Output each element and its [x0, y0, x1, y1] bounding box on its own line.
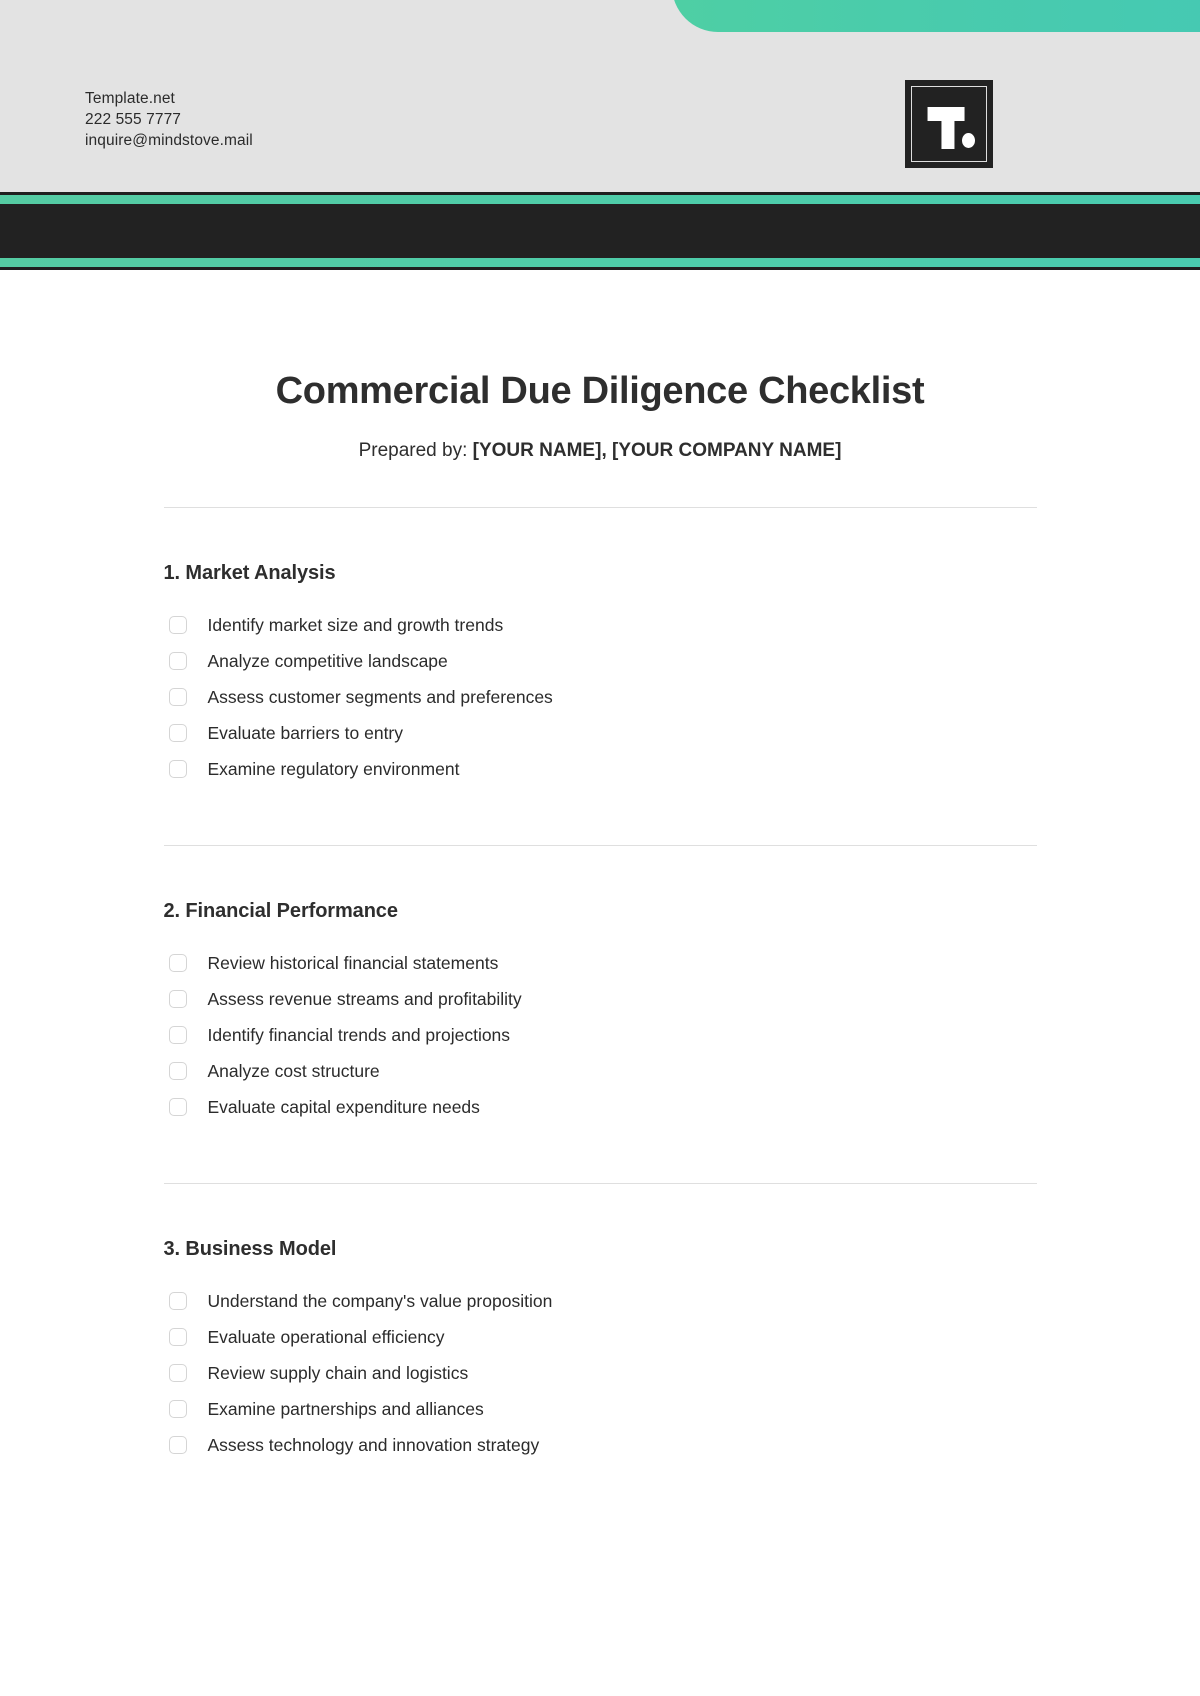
contact-phone: 222 555 7777 [85, 111, 182, 128]
checkbox-icon[interactable] [168, 1098, 187, 1116]
checklist-item-label: Review supply chain and logistics [207, 1362, 469, 1383]
header-accent-swoosh [672, 0, 1200, 32]
checklist-item-label: Understand the company's value propositi… [207, 1290, 553, 1311]
checklist-items: Review historical financial statements A… [164, 929, 1037, 1183]
contact-website: Template.net [85, 90, 175, 107]
checklist-item-label: Analyze cost structure [207, 1060, 380, 1081]
section-market-analysis: 1. Market Analysis Identify market size … [164, 508, 1037, 845]
checklist-items: Understand the company's value propositi… [164, 1267, 1037, 1521]
checklist-item-label: Analyze competitive landscape [207, 650, 448, 671]
checklist-item-label: Examine partnerships and alliances [207, 1398, 484, 1419]
checklist-row[interactable]: Analyze cost structure [164, 1053, 1037, 1089]
checklist-item-label: Evaluate barriers to entry [207, 722, 404, 743]
logo-frame [911, 86, 987, 162]
checklist-row[interactable]: Evaluate barriers to entry [164, 715, 1037, 751]
checkbox-icon[interactable] [168, 760, 187, 778]
prepared-by-separator: , [601, 440, 607, 461]
checkbox-icon[interactable] [168, 1328, 187, 1346]
section-business-model: 3. Business Model Understand the company… [164, 1184, 1037, 1521]
document-body: Commercial Due Diligence Checklist Prepa… [0, 270, 1200, 1521]
checkbox-icon[interactable] [168, 1364, 187, 1382]
checklist-item-label: Assess revenue streams and profitability [207, 988, 522, 1009]
title-block: Commercial Due Diligence Checklist Prepa… [0, 270, 1200, 462]
checklist-row[interactable]: Review supply chain and logistics [164, 1355, 1037, 1391]
section-heading: 1. Market Analysis [163, 562, 336, 584]
logo-dot-icon [962, 133, 975, 148]
checkbox-icon[interactable] [168, 1026, 187, 1044]
checkbox-icon[interactable] [168, 1400, 187, 1418]
checkbox-icon[interactable] [168, 1436, 187, 1454]
checkbox-icon[interactable] [168, 990, 187, 1008]
checklist-item-label: Evaluate capital expenditure needs [207, 1096, 480, 1117]
band-accent-top [0, 195, 1200, 204]
checkbox-icon[interactable] [168, 954, 187, 972]
band-dark-bar [0, 204, 1200, 258]
section-heading: 2. Financial Performance [163, 900, 398, 922]
checklist-row[interactable]: Examine partnerships and alliances [164, 1391, 1037, 1427]
document-page: Template.net 222 555 7777 inquire@mindst… [0, 0, 1200, 1696]
checkbox-icon[interactable] [168, 688, 187, 706]
checklist-row[interactable]: Assess customer segments and preferences [164, 679, 1037, 715]
prepared-by-line: Prepared by: [YOUR NAME], [YOUR COMPANY … [0, 440, 1200, 462]
checklist-row[interactable]: Identify market size and growth trends [164, 607, 1037, 643]
checklist-row[interactable]: Examine regulatory environment [164, 751, 1037, 787]
contact-email: inquire@mindstove.mail [85, 132, 253, 149]
checkbox-icon[interactable] [168, 724, 187, 742]
brand-logo [905, 80, 993, 168]
page-header: Template.net 222 555 7777 inquire@mindst… [0, 0, 1200, 192]
checklist-item-label: Identify market size and growth trends [207, 614, 504, 635]
checklist-row[interactable]: Review historical financial statements [164, 945, 1037, 981]
checkbox-icon[interactable] [168, 652, 187, 670]
checklist-row[interactable]: Understand the company's value propositi… [164, 1283, 1037, 1319]
prepared-by-company: [YOUR COMPANY NAME] [612, 440, 842, 461]
checklist-item-label: Examine regulatory environment [207, 758, 460, 779]
checklist-row[interactable]: Identify financial trends and projection… [164, 1017, 1037, 1053]
checklist-items: Identify market size and growth trends A… [164, 591, 1037, 845]
checklist-item-label: Assess customer segments and preferences [207, 686, 553, 707]
checklist-row[interactable]: Assess technology and innovation strateg… [164, 1427, 1037, 1463]
checkbox-icon[interactable] [168, 1292, 187, 1310]
prepared-by-label: Prepared by: [358, 440, 468, 461]
checklist-row[interactable]: Evaluate operational efficiency [164, 1319, 1037, 1355]
checklist-item-label: Evaluate operational efficiency [207, 1326, 445, 1347]
checklist-row[interactable]: Analyze competitive landscape [164, 643, 1037, 679]
checklist-row[interactable]: Assess revenue streams and profitability [164, 981, 1037, 1017]
checklist-item-label: Identify financial trends and projection… [207, 1024, 511, 1045]
checklist-item-label: Assess technology and innovation strateg… [207, 1434, 540, 1455]
prepared-by-name: [YOUR NAME] [472, 440, 602, 461]
logo-letter-t-stem-icon [941, 107, 955, 149]
checkbox-icon[interactable] [168, 616, 187, 634]
contact-block: Template.net 222 555 7777 inquire@mindst… [85, 88, 253, 151]
section-heading: 3. Business Model [163, 1238, 337, 1260]
page-title: Commercial Due Diligence Checklist [275, 370, 925, 412]
checkbox-icon[interactable] [168, 1062, 187, 1080]
checklist-row[interactable]: Evaluate capital expenditure needs [164, 1089, 1037, 1125]
section-financial-performance: 2. Financial Performance Review historic… [164, 846, 1037, 1183]
band-accent-bottom [0, 258, 1200, 267]
checklist-item-label: Review historical financial statements [207, 952, 499, 973]
